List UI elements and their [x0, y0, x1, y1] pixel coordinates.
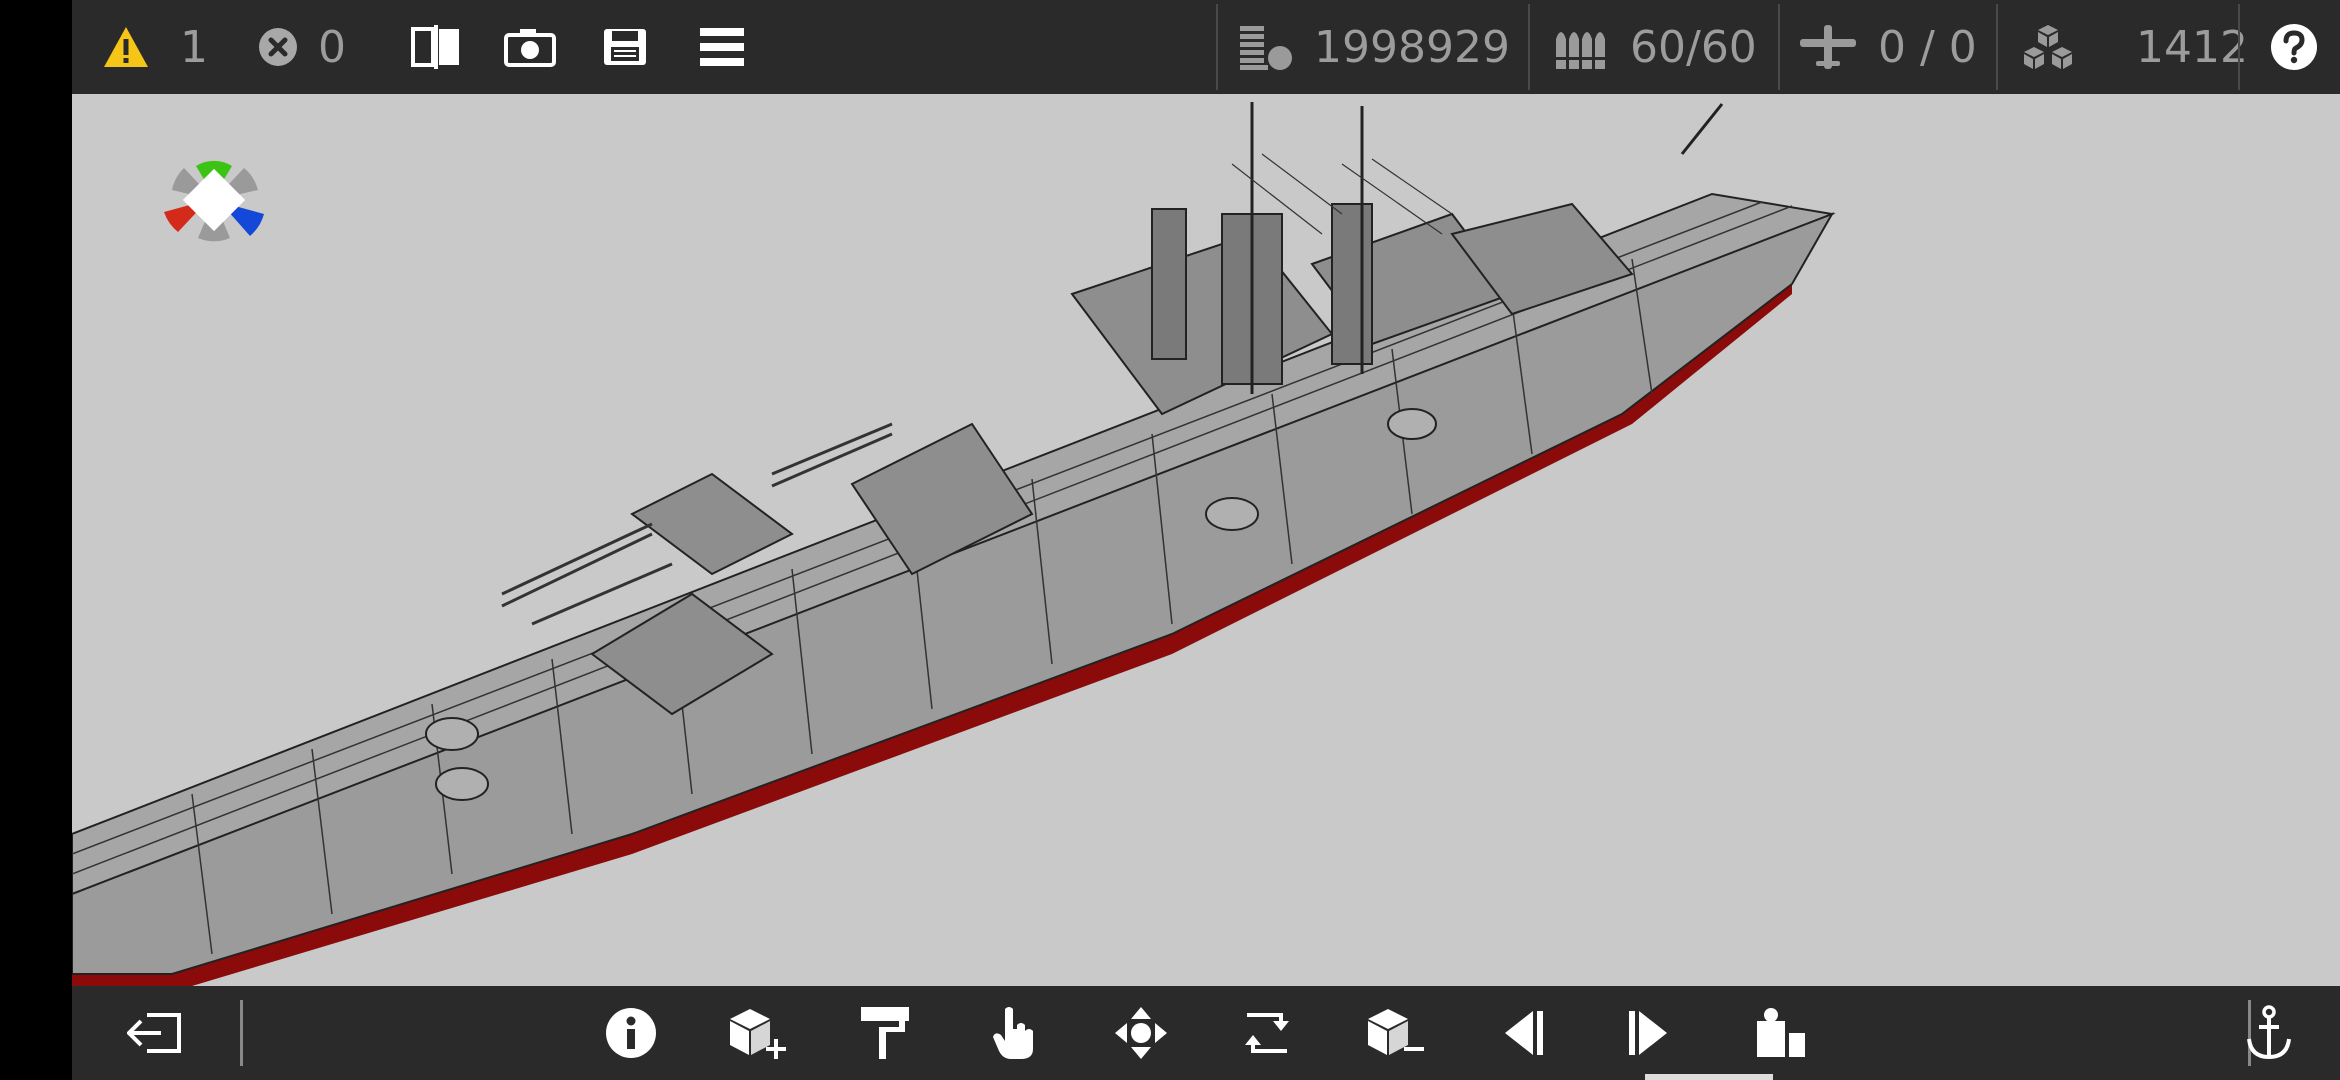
active-tool-indicator — [1645, 1074, 1773, 1080]
blocks-icon — [2020, 23, 2076, 71]
add-block-icon — [726, 1007, 788, 1059]
error-icon — [258, 27, 298, 67]
errors-indicator[interactable]: 0 — [258, 0, 346, 94]
warnings-indicator[interactable]: 1 — [102, 0, 208, 94]
ship-builder-icon — [1755, 1007, 1807, 1059]
remove-block-button[interactable] — [1350, 986, 1440, 1080]
next-button[interactable] — [1604, 986, 1694, 1080]
move-icon — [1113, 1005, 1169, 1061]
weight-value: 1998929 — [1314, 21, 1510, 73]
weight-stat: 1998929 — [1240, 0, 1510, 94]
exit-button[interactable] — [110, 986, 200, 1080]
paint-icon — [859, 1005, 911, 1061]
ammo-stat: 60/60 — [1554, 0, 1757, 94]
previous-button[interactable] — [1478, 986, 1568, 1080]
info-button[interactable] — [586, 986, 676, 1080]
separator — [240, 1000, 243, 1066]
anchor-icon — [2245, 1005, 2293, 1061]
select-button[interactable] — [968, 986, 1058, 1080]
warning-icon — [102, 25, 150, 69]
move-button[interactable] — [1096, 986, 1186, 1080]
blocks-stat: 1412 — [2020, 0, 2248, 94]
bottom-toolbar — [72, 986, 2340, 1080]
save-button[interactable] — [602, 0, 648, 94]
rotate-button[interactable] — [1222, 986, 1312, 1080]
separator — [1216, 4, 1218, 90]
separator — [2238, 4, 2240, 90]
main-menu-button[interactable] — [700, 0, 744, 94]
aircraft-stat: 0 / 0 — [1798, 0, 1977, 94]
errors-count: 0 — [318, 21, 346, 73]
separator — [1996, 4, 1998, 90]
separator — [1528, 4, 1530, 90]
left-system-bar — [0, 0, 72, 1080]
add-block-button[interactable] — [712, 986, 802, 1080]
previous-icon — [1501, 1009, 1545, 1057]
remove-block-icon — [1364, 1007, 1426, 1059]
weight-icon — [1240, 24, 1294, 70]
mirror-button[interactable] — [410, 0, 462, 94]
save-icon — [602, 27, 648, 67]
exit-icon — [127, 1011, 183, 1055]
ammo-icon — [1554, 25, 1606, 69]
warnings-count: 1 — [180, 21, 208, 73]
rotate-icon — [1239, 1007, 1295, 1059]
aircraft-icon — [1798, 23, 1858, 71]
3d-viewport[interactable] — [72, 94, 2340, 986]
separator — [1778, 4, 1780, 90]
top-toolbar: 1 0 1998929 60/60 0 / 0 1412 — [72, 0, 2340, 94]
ship-model[interactable] — [72, 94, 2340, 986]
menu-icon — [700, 28, 744, 66]
blocks-value: 1412 — [2136, 21, 2248, 73]
anchor-button[interactable] — [2224, 986, 2314, 1080]
camera-icon — [504, 27, 556, 67]
help-button[interactable] — [2270, 0, 2318, 94]
help-icon — [2270, 23, 2318, 71]
screenshot-button[interactable] — [504, 0, 556, 94]
mirror-icon — [410, 25, 462, 69]
next-icon — [1627, 1009, 1671, 1057]
select-hand-icon — [991, 1005, 1035, 1061]
info-icon — [605, 1007, 657, 1059]
aircraft-value: 0 / 0 — [1878, 21, 1977, 73]
ammo-value: 60/60 — [1630, 21, 1757, 73]
paint-button[interactable] — [840, 986, 930, 1080]
ship-builder-button[interactable] — [1736, 986, 1826, 1080]
